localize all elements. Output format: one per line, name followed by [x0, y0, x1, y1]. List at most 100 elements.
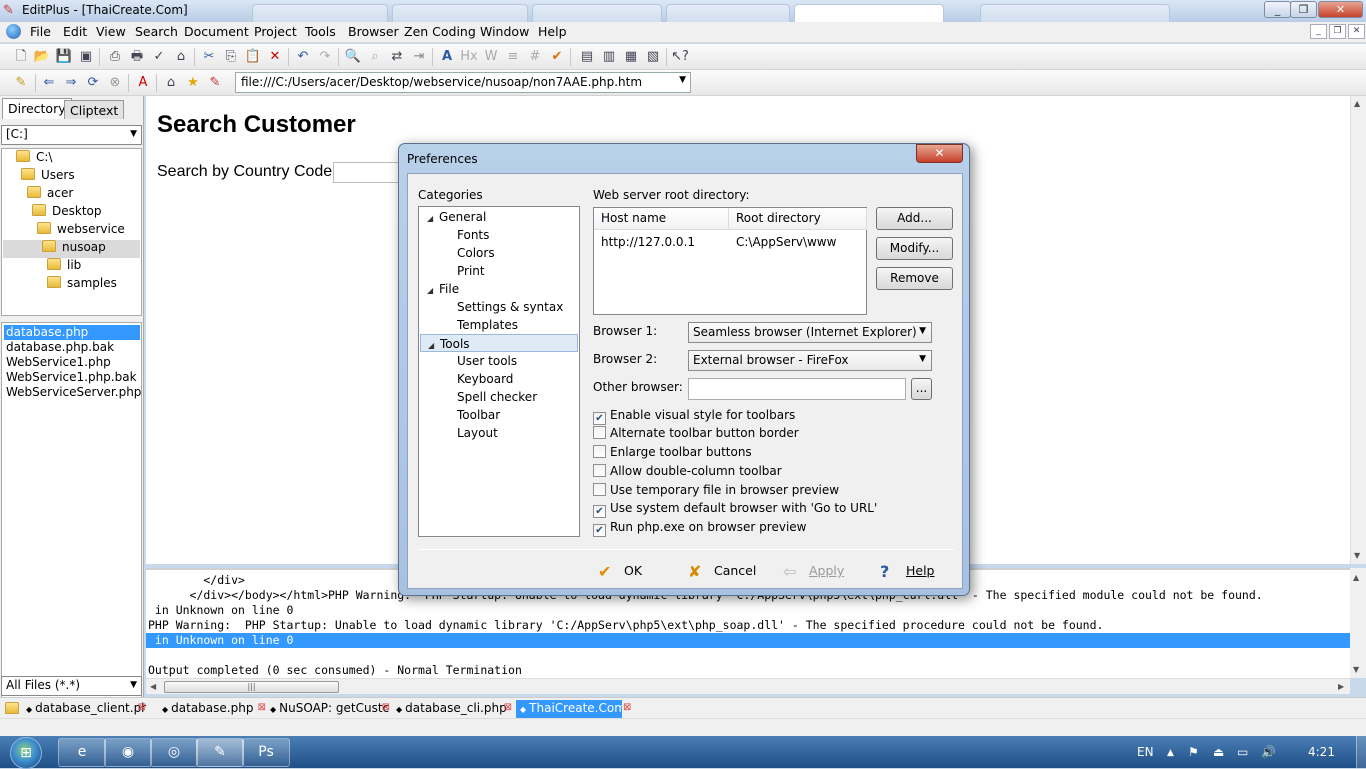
tab-nusoap-getcustomer[interactable]: ◆ NuSOAP: getCustc ⊠: [266, 700, 390, 718]
save-all-icon[interactable]: ▣: [77, 48, 95, 66]
scroll-left-icon[interactable]: ◀: [150, 682, 156, 691]
photoshop-icon[interactable]: Ps: [242, 738, 290, 767]
editplus-taskbar-icon[interactable]: ✎: [196, 738, 244, 767]
menu-browser[interactable]: Browser: [345, 24, 402, 39]
checkmark-icon[interactable]: ✔: [548, 48, 566, 66]
internet-explorer-icon[interactable]: e: [58, 738, 106, 767]
doc-minimize-icon[interactable]: _: [1310, 24, 1327, 39]
scroll-down-icon[interactable]: ▼: [1354, 551, 1360, 560]
maximize-button[interactable]: ❐: [1290, 1, 1317, 18]
category-keyboard[interactable]: Keyboard: [457, 370, 513, 388]
tree-item-samples[interactable]: samples: [47, 276, 117, 294]
menu-project[interactable]: Project: [251, 24, 300, 39]
replace-icon[interactable]: ⇄: [388, 48, 406, 66]
tree-item-lib[interactable]: lib: [47, 258, 81, 276]
table-cell-root[interactable]: C:\AppServ\www: [736, 235, 836, 249]
file-item-webservice1-php-bak[interactable]: WebService1.php.bak: [4, 370, 139, 385]
category-tools[interactable]: ◢ Tools: [420, 334, 578, 352]
webserver-table[interactable]: Host name Root directory http://127.0.0.…: [593, 207, 867, 315]
browse-button[interactable]: ...: [911, 378, 932, 400]
option-run-php[interactable]: ✔ Run php.exe on browser preview: [593, 518, 806, 537]
expanded-triangle-icon[interactable]: ◢: [428, 337, 440, 355]
goto-line-icon[interactable]: ⇥: [410, 48, 428, 66]
tree-item-users[interactable]: Users: [21, 168, 75, 186]
checkbox[interactable]: [593, 464, 606, 477]
close-tab-icon[interactable]: ⊠: [623, 702, 631, 713]
paste-icon[interactable]: 📋: [244, 48, 262, 66]
category-toolbar[interactable]: Toolbar: [457, 406, 500, 424]
cut-icon[interactable]: ✂: [200, 48, 218, 66]
favorites-star-icon[interactable]: ★: [184, 74, 202, 92]
edit-pencil-icon[interactable]: ✎: [12, 74, 30, 92]
browser2-select[interactable]: External browser - FireFox ▼: [688, 350, 932, 371]
document-system-menu-icon[interactable]: [6, 24, 21, 39]
help-pointer-icon[interactable]: ↖?: [671, 48, 689, 66]
file-item-webservice1-php[interactable]: WebService1.php: [4, 355, 113, 370]
network-icon[interactable]: ▭: [1237, 745, 1248, 759]
add-button[interactable]: Add...: [876, 207, 953, 230]
close-tab-icon[interactable]: ⊠: [258, 702, 266, 713]
directory-window-icon[interactable]: ▥: [600, 48, 618, 66]
chevron-down-icon[interactable]: ▼: [130, 129, 137, 139]
browser1-select[interactable]: Seamless browser (Internet Explorer) ▼: [688, 322, 932, 343]
menu-file[interactable]: File: [27, 24, 54, 39]
category-settings-syntax[interactable]: Settings & syntax: [457, 298, 563, 316]
close-button[interactable]: ✕: [1318, 1, 1363, 18]
help-button[interactable]: ? Help: [880, 560, 950, 582]
doc-restore-icon[interactable]: ❐: [1329, 24, 1346, 39]
menu-help[interactable]: Help: [535, 24, 570, 39]
remove-button[interactable]: Remove: [876, 267, 953, 290]
safely-remove-icon[interactable]: ⏏: [1213, 745, 1224, 759]
category-fonts[interactable]: Fonts: [457, 226, 489, 244]
close-tab-icon[interactable]: ⊠: [504, 702, 512, 713]
find-icon[interactable]: 🔍: [344, 48, 362, 66]
output-horizontal-scrollbar[interactable]: ◀ ||| ▶: [146, 678, 1350, 694]
menu-view[interactable]: View: [93, 24, 129, 39]
file-item-webserviceserver-php[interactable]: WebServiceServer.php: [4, 385, 143, 400]
category-general[interactable]: ◢ General: [427, 208, 486, 226]
tree-item-acer[interactable]: acer: [27, 186, 73, 204]
spell-check-icon[interactable]: ✓: [150, 48, 168, 66]
ok-button[interactable]: ✔ OK: [598, 560, 668, 582]
checkbox[interactable]: [593, 426, 606, 439]
chrome-icon[interactable]: ◎: [150, 738, 198, 767]
clock[interactable]: 4:21: [1308, 745, 1335, 759]
action-center-flag-icon[interactable]: ⚑: [1188, 745, 1199, 759]
ruler-icon[interactable]: ≡: [504, 48, 522, 66]
output-vertical-scrollbar[interactable]: ▲ ▼: [1350, 568, 1366, 678]
scroll-right-icon[interactable]: ▶: [1338, 682, 1344, 691]
show-desktop-button[interactable]: [1356, 736, 1366, 768]
category-user-tools[interactable]: User tools: [457, 352, 517, 370]
cancel-button[interactable]: ✘ Cancel: [688, 560, 768, 582]
expanded-triangle-icon[interactable]: ◢: [427, 210, 439, 228]
firefox-icon[interactable]: ◉: [104, 738, 152, 767]
tab-database-client[interactable]: ◆ database_client.ph ⊠: [22, 700, 146, 718]
browser-view-icon[interactable]: ⌂: [172, 48, 190, 66]
tab-directory[interactable]: Directory: [2, 98, 72, 119]
tree-item-webservice[interactable]: webservice: [37, 222, 125, 240]
stop-icon[interactable]: ⊗: [106, 74, 124, 92]
category-file[interactable]: ◢ File: [427, 280, 459, 298]
close-tab-icon[interactable]: ⊠: [382, 702, 390, 713]
menu-window[interactable]: Window: [477, 24, 532, 39]
checkbox[interactable]: ✔: [593, 524, 606, 537]
dialog-close-button[interactable]: ✕: [916, 144, 963, 163]
print-icon[interactable]: 🖶: [128, 48, 146, 66]
scrollbar-thumb[interactable]: |||: [164, 681, 339, 693]
file-filter-select[interactable]: All Files (*.*) ▼: [1, 676, 142, 696]
drive-select[interactable]: [C:] ▼: [1, 125, 142, 145]
save-icon[interactable]: 💾: [55, 48, 73, 66]
option-temporary-file[interactable]: Use temporary file in browser preview: [593, 481, 839, 499]
undo-icon[interactable]: ↶: [294, 48, 312, 66]
tab-database-php[interactable]: ◆ database.php ⊠: [158, 700, 266, 718]
chevron-down-icon[interactable]: ▼: [919, 354, 926, 364]
minimize-button[interactable]: _: [1264, 1, 1291, 18]
find-in-files-icon[interactable]: ⌕: [366, 48, 384, 66]
volume-icon[interactable]: 🔊: [1261, 745, 1276, 759]
tab-cliptext[interactable]: Cliptext: [64, 100, 125, 119]
scroll-down-icon[interactable]: ▼: [1353, 665, 1359, 674]
back-arrow-icon[interactable]: ⇐: [40, 74, 58, 92]
start-button[interactable]: ⊞: [10, 737, 42, 769]
preview-vertical-scrollbar[interactable]: ▲ ▼: [1350, 96, 1366, 564]
category-spell-checker[interactable]: Spell checker: [457, 388, 537, 406]
